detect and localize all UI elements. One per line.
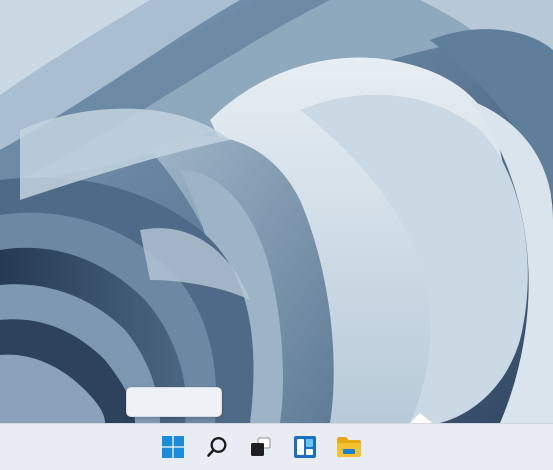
search-button[interactable] [199, 429, 235, 465]
task-view-button[interactable] [243, 429, 279, 465]
widgets-button[interactable] [287, 429, 323, 465]
taskbar-tooltip [126, 387, 222, 417]
desktop-wallpaper [0, 0, 553, 423]
task-view-icon [251, 437, 271, 456]
taskbar [0, 423, 553, 470]
bloom-wallpaper-art [0, 0, 553, 423]
windows-logo-icon [162, 436, 184, 458]
folder-icon [337, 437, 361, 457]
widgets-icon [294, 436, 316, 458]
search-icon [207, 437, 227, 457]
file-explorer-button[interactable] [331, 429, 367, 465]
start-button[interactable] [155, 429, 191, 465]
